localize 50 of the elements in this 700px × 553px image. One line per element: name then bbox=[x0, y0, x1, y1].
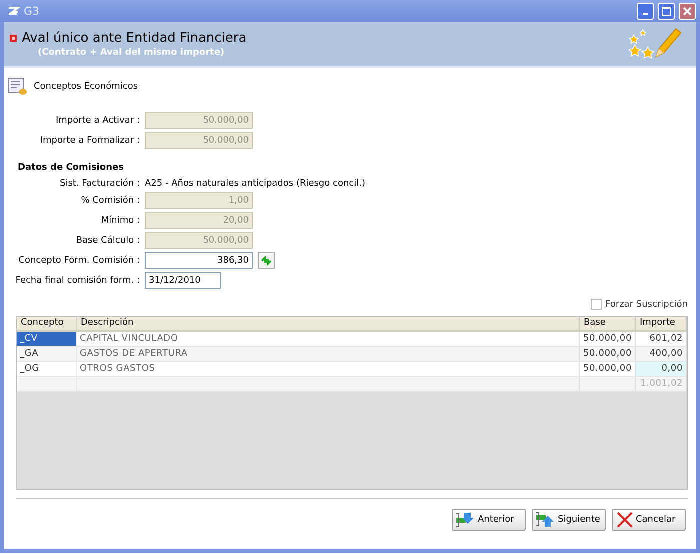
date-field[interactable]: 31/12/2010 bbox=[145, 272, 221, 289]
cancel-button[interactable]: Cancelar bbox=[612, 509, 686, 531]
field-label: Fecha final comisión form. : bbox=[14, 276, 140, 286]
table-cell: GASTOS DE APERTURA bbox=[77, 347, 580, 362]
checkbox-label: Forzar Suscripción bbox=[606, 300, 688, 310]
maximize-button[interactable] bbox=[658, 2, 675, 20]
header-subtitle: (Contrato + Aval del mismo importe) bbox=[38, 48, 226, 58]
header-title: Aval único ante Entidad Financiera bbox=[22, 30, 247, 46]
window-title: G3 bbox=[24, 4, 41, 18]
minimize-button[interactable] bbox=[637, 2, 654, 20]
close-icon bbox=[683, 6, 692, 16]
table-cell: _OG bbox=[17, 362, 77, 377]
document-coins-icon bbox=[8, 78, 28, 96]
field-label: Importe a Formalizar : bbox=[39, 136, 140, 146]
table-cell: 50.000,00 bbox=[580, 347, 636, 362]
table-cell: 50.000,00 bbox=[580, 332, 636, 347]
section-title: Conceptos Económicos bbox=[34, 82, 138, 92]
table-cell: 601,02 bbox=[636, 332, 687, 347]
column-header[interactable]: Importe bbox=[636, 317, 687, 332]
arrow-down-icon bbox=[456, 512, 476, 528]
refresh-button[interactable] bbox=[258, 252, 275, 269]
arrow-up-icon bbox=[536, 512, 556, 528]
table-cell: 0,00 bbox=[636, 362, 687, 377]
field-label: % Comisión : bbox=[80, 196, 140, 206]
field-label: Base Cálculo : bbox=[75, 236, 140, 246]
field-label: Mínimo : bbox=[100, 216, 140, 226]
next-button[interactable]: Siguiente bbox=[532, 509, 606, 531]
table-cell: 400,00 bbox=[636, 347, 687, 362]
table-cell: OTROS GASTOS bbox=[77, 362, 580, 377]
table-cell: 50.000,00 bbox=[580, 362, 636, 377]
column-header[interactable]: Descripción bbox=[77, 317, 580, 332]
close-icon bbox=[616, 512, 634, 528]
column-header[interactable]: Base bbox=[580, 317, 636, 332]
amount-field[interactable]: 386,30 bbox=[145, 252, 253, 269]
total-cell: 1.001,02 bbox=[636, 377, 687, 392]
field-label: Concepto Form. Comisión : bbox=[18, 256, 140, 266]
bullet-icon bbox=[10, 34, 17, 42]
close-button[interactable] bbox=[679, 2, 696, 20]
maximize-icon bbox=[662, 6, 671, 16]
back-button[interactable]: Anterior bbox=[452, 509, 526, 531]
section-heading: Datos de Comisiones bbox=[18, 163, 125, 173]
field-label: Sist. Facturación : bbox=[59, 179, 140, 189]
table-cell: CAPITAL VINCULADO bbox=[77, 332, 580, 347]
field-label: Importe a Activar : bbox=[54, 116, 140, 126]
table-cell: _CV bbox=[17, 332, 77, 347]
table-cell: _GA bbox=[17, 347, 77, 362]
billing-value: A25 - Años naturales anticipados (Riesgo concil.) bbox=[145, 179, 366, 189]
checkbox[interactable] bbox=[590, 299, 602, 310]
column-header[interactable]: Concepto bbox=[17, 317, 77, 332]
app-logo-icon bbox=[8, 6, 20, 16]
